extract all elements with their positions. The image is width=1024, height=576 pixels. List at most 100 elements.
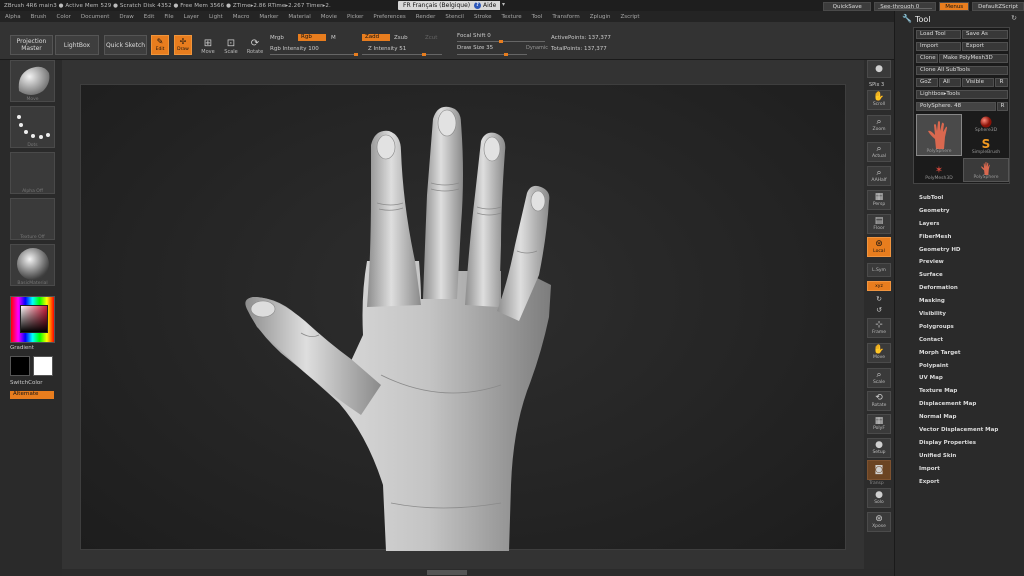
- language-selector[interactable]: FR Français (Belgique): [398, 1, 476, 10]
- menu-alpha[interactable]: Alpha: [0, 14, 26, 20]
- refresh-icon[interactable]: ↻: [1011, 14, 1017, 22]
- switch-color-button[interactable]: SwitchColor: [10, 380, 43, 386]
- menu-transform[interactable]: Transform: [547, 14, 584, 20]
- menu-marker[interactable]: Marker: [254, 14, 283, 20]
- default-zscript-button[interactable]: DefaultZScript: [972, 1, 1024, 11]
- quicksave-button[interactable]: QuickSave: [823, 1, 872, 11]
- focal-shift-handle[interactable]: [499, 40, 503, 43]
- lightbox-button[interactable]: LightBox: [55, 35, 99, 55]
- solo-button[interactable]: ● Solo: [867, 488, 891, 508]
- tool-section-contact[interactable]: Contact: [919, 334, 1019, 347]
- menu-document[interactable]: Document: [76, 14, 115, 20]
- tool-section-polygroups[interactable]: Polygroups: [919, 321, 1019, 334]
- move-view-button[interactable]: ✋ Move: [867, 343, 891, 363]
- tool-section-vector-displacement-map[interactable]: Vector Displacement Map: [919, 424, 1019, 437]
- menu-draw[interactable]: Draw: [114, 14, 138, 20]
- stroke-selector[interactable]: Dots: [10, 106, 55, 148]
- simplebrush-thumb[interactable]: S SimpleBrush: [963, 135, 1009, 156]
- tool-section-morph-target[interactable]: Morph Target: [919, 347, 1019, 360]
- goz-visible-button[interactable]: Visible: [962, 78, 994, 87]
- menu-edit[interactable]: Edit: [139, 14, 160, 20]
- draw-size-slider[interactable]: Draw Size 35: [457, 45, 493, 51]
- tool-section-surface[interactable]: Surface: [919, 269, 1019, 282]
- draw-size-handle[interactable]: [504, 53, 508, 56]
- tool-section-polypaint[interactable]: Polypaint: [919, 360, 1019, 373]
- clone-button[interactable]: Clone: [916, 54, 938, 63]
- color-picker[interactable]: [10, 296, 55, 343]
- spix-slider[interactable]: SPix 3: [869, 82, 884, 88]
- zsub-toggle[interactable]: Zsub: [394, 35, 408, 41]
- menu-light[interactable]: Light: [204, 14, 228, 20]
- aahalf-button[interactable]: ⌕ AAHalf: [867, 166, 891, 186]
- menu-stroke[interactable]: Stroke: [469, 14, 497, 20]
- tool-section-uv-map[interactable]: UV Map: [919, 372, 1019, 385]
- viewport-canvas[interactable]: [80, 84, 847, 551]
- lsym-button[interactable]: L.Sym: [867, 263, 891, 277]
- tool-section-deformation[interactable]: Deformation: [919, 282, 1019, 295]
- tool-section-texture-map[interactable]: Texture Map: [919, 385, 1019, 398]
- xyz-button[interactable]: xyz: [867, 281, 891, 291]
- see-through-slider[interactable]: See-through 0: [874, 1, 937, 11]
- m-toggle[interactable]: M: [331, 35, 336, 41]
- tool-section-export[interactable]: Export: [919, 476, 1019, 489]
- z-intensity-track[interactable]: [362, 53, 442, 56]
- menu-layer[interactable]: Layer: [179, 14, 204, 20]
- goz-r-button[interactable]: R: [995, 78, 1008, 87]
- alpha-selector[interactable]: Alpha Off: [10, 152, 55, 194]
- export-tool-button[interactable]: Export: [962, 42, 1008, 51]
- brush-selector[interactable]: Move: [10, 60, 55, 102]
- menu-stencil[interactable]: Stencil: [440, 14, 469, 20]
- help-button[interactable]: ? Aide: [470, 1, 501, 10]
- tool-section-preview[interactable]: Preview: [919, 256, 1019, 269]
- material-selector[interactable]: BasicMaterial: [10, 244, 55, 286]
- tool-section-subtool[interactable]: SubTool: [919, 192, 1019, 205]
- main-color-swatch[interactable]: [10, 356, 30, 376]
- mrgb-toggle[interactable]: Mrgb: [270, 35, 284, 41]
- menu-tool[interactable]: Tool: [527, 14, 548, 20]
- z-intensity-handle[interactable]: [422, 53, 426, 56]
- gradient-toggle[interactable]: Gradient: [10, 345, 34, 351]
- polymesh3d-thumb[interactable]: ✶ PolyMesh3D: [916, 158, 962, 182]
- tool-thumb-active[interactable]: PolySphere: [916, 114, 962, 156]
- rotate-mode-button[interactable]: ⟳ Rotate: [245, 35, 265, 56]
- color-square[interactable]: [20, 305, 48, 333]
- save-as-button[interactable]: Save As: [962, 30, 1008, 39]
- load-tool-button[interactable]: Load Tool: [916, 30, 961, 39]
- menu-preferences[interactable]: Preferences: [368, 14, 410, 20]
- focal-shift-slider[interactable]: Focal Shift 0: [457, 33, 491, 39]
- projection-master-button[interactable]: Projection Master: [10, 35, 53, 55]
- floor-button[interactable]: ▤ Floor: [867, 214, 891, 234]
- current-tool-slider[interactable]: PolySphere. 48: [916, 102, 996, 111]
- xpose-button[interactable]: ⊛ Xpose: [867, 512, 891, 532]
- tool-section-layers[interactable]: Layers: [919, 218, 1019, 231]
- menu-movie[interactable]: Movie: [316, 14, 342, 20]
- clone-all-subtools-button[interactable]: Clone All SubTools: [916, 66, 1008, 75]
- secondary-color-swatch[interactable]: [33, 356, 53, 376]
- hand-sculpt-model[interactable]: [81, 85, 847, 551]
- alternate-button[interactable]: Alternate: [10, 391, 54, 399]
- draw-size-track[interactable]: [457, 53, 527, 56]
- y-rotate-button[interactable]: ↻: [867, 294, 891, 304]
- lightbox-tools-button[interactable]: Lightbox▸Tools: [916, 90, 1008, 99]
- menu-brush[interactable]: Brush: [26, 14, 52, 20]
- chevron-down-icon[interactable]: ▾: [502, 1, 505, 8]
- tool-section-geometry[interactable]: Geometry: [919, 205, 1019, 218]
- tool-section-visibility[interactable]: Visibility: [919, 308, 1019, 321]
- persp-button[interactable]: ▦ Persp: [867, 190, 891, 210]
- dynamic-toggle[interactable]: Dynamic: [526, 45, 548, 51]
- rotate-view-button[interactable]: ⟲ Rotate: [867, 391, 891, 411]
- move-mode-button[interactable]: ⊞ Move: [198, 35, 218, 56]
- scroll-button[interactable]: ✋ Scroll: [867, 90, 891, 110]
- tool-section-masking[interactable]: Masking: [919, 295, 1019, 308]
- scale-mode-button[interactable]: ⊡ Scale: [221, 35, 241, 56]
- tool-section-display-properties[interactable]: Display Properties: [919, 437, 1019, 450]
- menus-button[interactable]: Menus: [939, 1, 970, 11]
- goz-all-button[interactable]: All: [939, 78, 961, 87]
- tool-section-geometry-hd[interactable]: Geometry HD: [919, 244, 1019, 257]
- polysphere-thumb[interactable]: PolySphere: [963, 158, 1009, 182]
- zadd-toggle[interactable]: Zadd: [362, 34, 390, 41]
- rgb-intensity-track[interactable]: [270, 53, 358, 56]
- local-button[interactable]: ⊛ Local: [867, 237, 891, 257]
- import-tool-button[interactable]: Import: [916, 42, 961, 51]
- menu-color[interactable]: Color: [52, 14, 76, 20]
